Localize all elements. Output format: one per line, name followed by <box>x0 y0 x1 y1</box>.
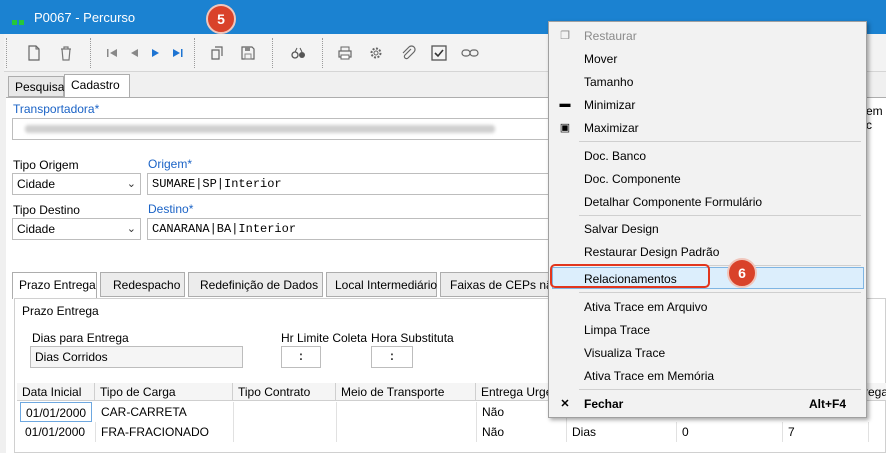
grid-cell[interactable] <box>234 422 337 442</box>
hora-substituta-field[interactable]: : <box>371 346 413 368</box>
hr-limite-field[interactable]: : <box>281 346 321 368</box>
destino-label: Destino* <box>148 202 194 216</box>
tab-faixas-ceps[interactable]: Faixas de CEPs nã <box>440 272 553 297</box>
prev-record-icon[interactable] <box>123 42 145 64</box>
highlight-ring <box>550 264 710 288</box>
dias-entrega-label: Dias para Entrega <box>32 331 129 345</box>
new-doc-icon[interactable] <box>23 42 45 64</box>
grid-cell[interactable]: 01/01/2000 <box>20 422 96 442</box>
tipo-destino-select[interactable]: Cidade ⌄ <box>12 218 141 240</box>
menu-item-minimizar[interactable]: ▬ Minimizar <box>549 94 866 116</box>
restore-icon: ❐ <box>560 30 570 42</box>
hr-limite-label: Hr Limite Coleta <box>281 331 368 345</box>
origem-field[interactable]: SUMARE|SP|Interior <box>147 173 552 195</box>
tab-pesquisa[interactable]: Pesquisa <box>8 76 64 97</box>
tab-redefinicao-dados[interactable]: Redefinição de Dados <box>188 272 323 297</box>
attach-icon[interactable] <box>397 42 419 64</box>
gear-icon[interactable] <box>365 42 387 64</box>
col-data-inicial[interactable]: Data Inicial <box>17 383 95 401</box>
chevron-down-icon: ⌄ <box>126 223 136 235</box>
transportadora-field[interactable] <box>12 118 552 140</box>
grid-cell[interactable]: 01/01/2000 <box>20 402 92 422</box>
grid-cell[interactable]: Dias <box>567 422 677 442</box>
delete-icon[interactable] <box>55 42 77 64</box>
menu-item-trace-memoria[interactable]: Ativa Trace em Memória <box>549 365 866 387</box>
link-icon[interactable] <box>459 42 481 64</box>
tab-prazo-entrega[interactable]: Prazo Entrega <box>12 272 97 299</box>
maximize-icon: ▣ <box>559 122 571 134</box>
grid-cell[interactable]: FRA-FRACIONADO <box>96 422 234 442</box>
menu-item-visualiza-trace[interactable]: Visualiza Trace <box>549 342 866 364</box>
grid-cell[interactable] <box>337 402 477 422</box>
check-icon[interactable] <box>428 42 450 64</box>
menu-item-doc-componente[interactable]: Doc. Componente <box>549 168 866 190</box>
destino-field[interactable]: CANARANA|BA|Interior <box>147 218 552 240</box>
prazo-group-title: Prazo Entrega <box>22 304 99 318</box>
menu-item-restaurar[interactable]: ❐ Restaurar <box>549 25 866 47</box>
copy-icon[interactable] <box>207 42 229 64</box>
minimize-icon: ▬ <box>559 98 571 110</box>
transportadora-label: Transportadora* <box>13 102 100 116</box>
col-meio-transporte[interactable]: Meio de Transporte <box>336 383 476 401</box>
first-record-icon[interactable] <box>101 42 123 64</box>
origem-label: Origem* <box>148 157 193 171</box>
step-badge-5: 5 <box>206 4 236 34</box>
tipo-origem-label: Tipo Origem <box>13 158 79 172</box>
grid-cell[interactable] <box>337 422 477 442</box>
menu-item-mover[interactable]: Mover <box>549 48 866 70</box>
step-badge-6: 6 <box>727 258 757 288</box>
tab-local-intermediario[interactable]: Local Intermediário <box>326 272 437 297</box>
chevron-down-icon: ⌄ <box>126 178 136 190</box>
menu-item-maximizar[interactable]: ▣ Maximizar <box>549 117 866 139</box>
binoculars-icon[interactable] <box>287 42 309 64</box>
col-tipo-carga[interactable]: Tipo de Carga <box>95 383 233 401</box>
last-record-icon[interactable] <box>167 42 189 64</box>
app-icon <box>12 14 26 28</box>
menu-item-tamanho[interactable]: Tamanho <box>549 71 866 93</box>
grid-cell[interactable] <box>234 402 337 422</box>
shortcut-label: Alt+F4 <box>808 397 846 411</box>
tab-redespacho[interactable]: Redespacho <box>100 272 185 297</box>
grid-cell[interactable]: 0 <box>677 422 783 442</box>
save-icon[interactable] <box>237 42 259 64</box>
clipped-label: em c <box>866 104 883 132</box>
window-title: P0067 - Percurso <box>34 10 136 25</box>
menu-item-trace-arquivo[interactable]: Ativa Trace em Arquivo <box>549 296 866 318</box>
grid-cell[interactable]: 7 <box>783 422 869 442</box>
menu-item-detalhar-componente[interactable]: Detalhar Componente Formulário <box>549 191 866 213</box>
tab-cadastro[interactable]: Cadastro <box>64 74 130 97</box>
grid-cell[interactable]: CAR-CARRETA <box>96 402 234 422</box>
menu-item-salvar-design[interactable]: Salvar Design <box>549 218 866 240</box>
menu-item-doc-banco[interactable]: Doc. Banco <box>549 145 866 167</box>
menu-item-limpa-trace[interactable]: Limpa Trace <box>549 319 866 341</box>
next-record-icon[interactable] <box>145 42 167 64</box>
print-icon[interactable] <box>334 42 356 64</box>
menu-item-restaurar-design[interactable]: Restaurar Design Padrão <box>549 241 866 263</box>
hora-substituta-label: Hora Substituta <box>371 331 454 345</box>
grid-cell[interactable]: Não <box>477 422 567 442</box>
tipo-origem-select[interactable]: Cidade ⌄ <box>12 173 141 195</box>
menu-item-fechar[interactable]: ✕ Fechar Alt+F4 <box>549 393 866 415</box>
dias-entrega-field[interactable]: Dias Corridos <box>30 346 243 368</box>
close-icon: ✕ <box>560 398 570 410</box>
col-tipo-contrato[interactable]: Tipo Contrato <box>233 383 336 401</box>
system-context-menu: ❐ Restaurar Mover Tamanho ▬ Minimizar ▣ … <box>548 21 867 418</box>
tipo-destino-label: Tipo Destino <box>13 203 80 217</box>
